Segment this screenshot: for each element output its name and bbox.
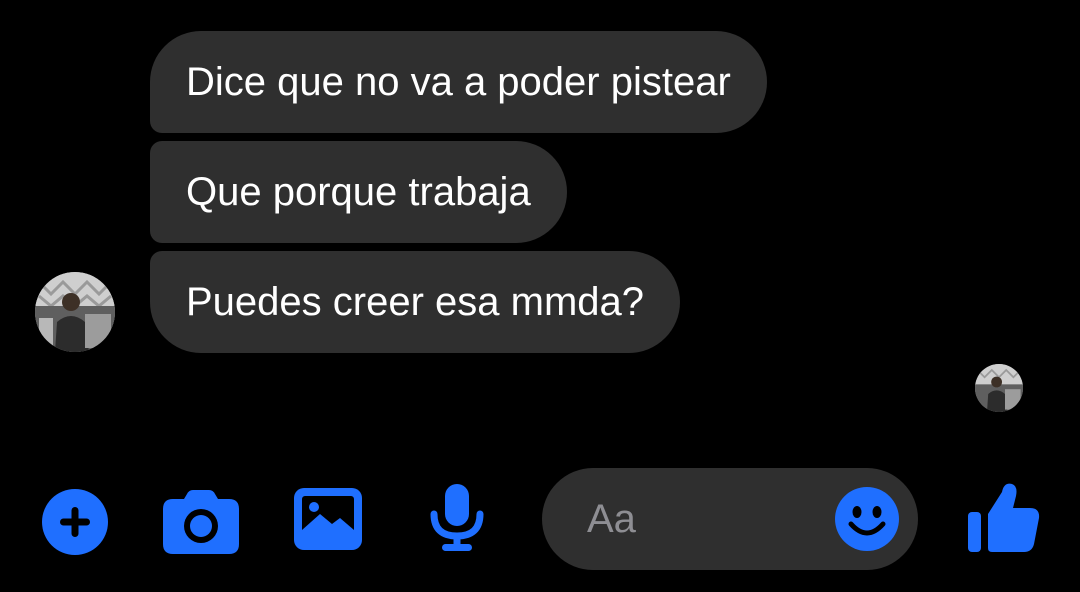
smiley-icon (834, 487, 900, 556)
send-like-button[interactable] (968, 480, 1040, 554)
message-bubble[interactable]: Dice que no va a poder pistear (150, 31, 767, 133)
message-composer (0, 460, 1080, 592)
emoji-button[interactable] (834, 486, 900, 552)
message-text: Que porque trabaja (186, 170, 531, 214)
sender-avatar[interactable] (35, 272, 115, 352)
message-text: Puedes creer esa mmda? (186, 280, 645, 324)
seen-receipt-avatar (975, 364, 1023, 412)
plus-button[interactable] (41, 488, 109, 556)
voice-message-button[interactable] (428, 484, 486, 552)
camera-icon (163, 490, 239, 554)
photo-gallery-button[interactable] (294, 488, 362, 550)
thumbs-up-icon (968, 480, 1040, 554)
message-thread: Dice que no va a poder pistear Que porqu… (0, 0, 1080, 460)
message-bubble[interactable]: Puedes creer esa mmda? (150, 251, 681, 353)
message-input[interactable]: Aa (542, 468, 918, 570)
gallery-icon (294, 488, 362, 550)
plus-icon (41, 488, 109, 556)
camera-button[interactable] (163, 490, 239, 554)
message-text: Dice que no va a poder pistear (186, 60, 731, 104)
microphone-icon (428, 484, 486, 552)
message-bubble[interactable]: Que porque trabaja (150, 141, 567, 243)
message-input-placeholder: Aa (587, 497, 636, 541)
